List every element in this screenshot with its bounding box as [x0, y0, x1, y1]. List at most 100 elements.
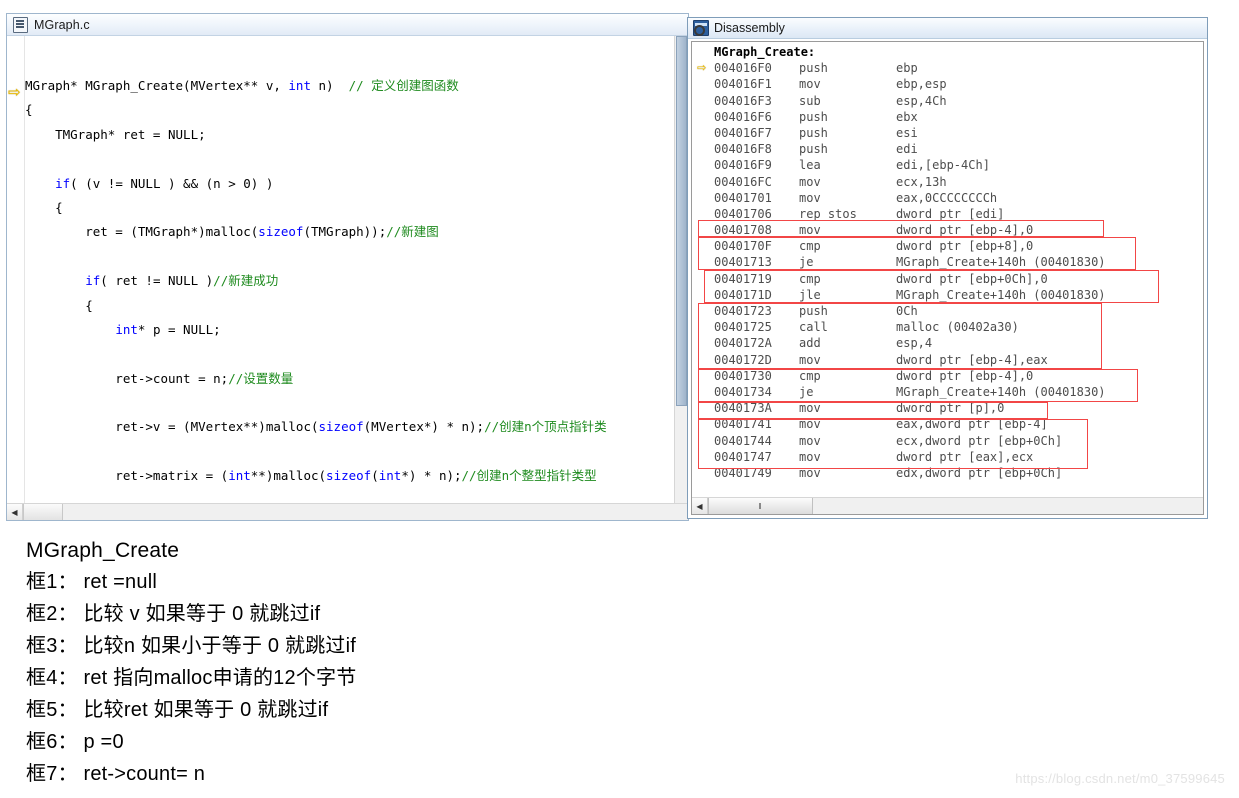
- disassembly-row[interactable]: 004016FC mov ecx,13h: [692, 174, 1203, 190]
- code-text: TMGraph* ret = NULL;: [25, 126, 206, 142]
- disassembly-marker-column: [692, 109, 714, 125]
- note-line: 框7： ret->count= n: [26, 763, 206, 785]
- scroll-left-arrow-icon[interactable]: ◀: [7, 504, 23, 520]
- instruction-address: 00401725: [714, 320, 772, 335]
- disassembly-row[interactable]: 004016F1 mov ebp,esp: [692, 76, 1203, 92]
- instruction-address: 00401741: [714, 417, 772, 432]
- code-line: TMGraph* ret = NULL;: [25, 123, 675, 147]
- disassembly-row[interactable]: 004016F3 sub esp,4Ch: [692, 93, 1203, 109]
- disassembly-marker-column: [692, 384, 714, 400]
- instruction-address: 0040172D: [714, 352, 772, 367]
- editor-code-area[interactable]: ⇨ MGraph* MGraph_Create(MVertex** v, int…: [7, 36, 688, 503]
- code-text: ( ret != NULL ): [100, 273, 214, 289]
- disassembly-window-icon: [693, 20, 709, 36]
- disassembly-row[interactable]: 00401701 mov eax,0CCCCCCCCh: [692, 190, 1203, 206]
- code-keyword: int: [228, 468, 251, 484]
- code-keyword: sizeof: [258, 224, 304, 240]
- disassembly-marker-column: [692, 76, 714, 92]
- instruction-operands: malloc (00402a30): [896, 320, 1019, 335]
- disassembly-row[interactable]: 00401744 mov ecx,dword ptr [ebp+0Ch]: [692, 433, 1203, 449]
- instruction-operands: edi,[ebp-4Ch]: [896, 158, 990, 173]
- disassembly-row[interactable]: 00401708 mov dword ptr [ebp-4],0: [692, 222, 1203, 238]
- editor-vertical-scrollbar[interactable]: [674, 36, 688, 503]
- code-text: (TMGraph));: [303, 224, 387, 240]
- disassembly-instruction-list[interactable]: MGraph_Create: ⇨ 004016F0 push ebp 004016F1 m…: [692, 42, 1203, 497]
- disassembly-row[interactable]: 00401713 je MGraph_Create+140h (00401830): [692, 254, 1203, 270]
- instruction-operands: edx,dword ptr [ebp+0Ch]: [896, 465, 1063, 480]
- instruction-address: 0040171D: [714, 287, 772, 302]
- disassembly-row[interactable]: 004016F6 push ebx: [692, 109, 1203, 125]
- disassembly-row[interactable]: 00401749 mov edx,dword ptr [ebp+0Ch]: [692, 465, 1203, 481]
- disassembly-row[interactable]: 00401719 cmp dword ptr [ebp+0Ch],0: [692, 271, 1203, 287]
- annotation-notes: MGraph_Create 框1： ret =null 框2： 比较 v 如果等于…: [26, 536, 926, 790]
- instruction-mnemonic: mov: [799, 77, 821, 92]
- disassembly-row[interactable]: 00401747 mov dword ptr [eax],ecx: [692, 449, 1203, 465]
- editor-vertical-scroll-thumb[interactable]: [676, 36, 687, 406]
- editor-title-bar[interactable]: MGraph.c: [7, 14, 688, 36]
- editor-title-label: MGraph.c: [34, 17, 90, 32]
- disassembly-horizontal-scrollbar[interactable]: ◀ ‖: [692, 497, 1203, 514]
- disassembly-marker-column: [692, 174, 714, 190]
- instruction-operands: dword ptr [ebp+8],0: [896, 239, 1034, 254]
- code-text: {: [25, 297, 93, 313]
- disassembly-row[interactable]: 004016F9 lea edi,[ebp-4Ch]: [692, 157, 1203, 173]
- disassembly-row[interactable]: 00401734 je MGraph_Create+140h (00401830): [692, 384, 1203, 400]
- disassembly-row[interactable]: 004016F7 push esi: [692, 125, 1203, 141]
- disassembly-row[interactable]: 0040172D mov dword ptr [ebp-4],eax: [692, 352, 1203, 368]
- editor-horizontal-scroll-track[interactable]: [63, 504, 688, 520]
- disassembly-row[interactable]: 00401723 push 0Ch: [692, 303, 1203, 319]
- disassembly-marker-column: [692, 157, 714, 173]
- instruction-operands: MGraph_Create+140h (00401830): [896, 255, 1106, 270]
- disassembly-marker-column: [692, 416, 714, 432]
- editor-gutter[interactable]: ⇨: [7, 36, 25, 503]
- instruction-mnemonic: push: [799, 125, 828, 140]
- instruction-operands: dword ptr [p],0: [896, 401, 1005, 416]
- editor-horizontal-scrollbar[interactable]: ◀: [7, 503, 688, 520]
- disassembly-title-bar[interactable]: Disassembly: [688, 18, 1207, 39]
- code-comment: //新建图: [386, 224, 439, 240]
- instruction-address: 00401749: [714, 465, 772, 480]
- instruction-address: 00401701: [714, 190, 772, 205]
- disassembly-row[interactable]: 0040173A mov dword ptr [p],0: [692, 400, 1203, 416]
- editor-horizontal-scroll-thumb[interactable]: [23, 504, 63, 520]
- disassembly-row[interactable]: 00401725 call malloc (00402a30): [692, 319, 1203, 335]
- note-line: 框4： ret 指向malloc申请的12个字节: [26, 667, 357, 689]
- instruction-address: 004016F6: [714, 109, 772, 124]
- disassembly-row[interactable]: 00401741 mov eax,dword ptr [ebp-4]: [692, 416, 1203, 432]
- code-text: (MVertex*) * n);: [363, 419, 485, 435]
- instruction-mnemonic: lea: [799, 158, 821, 173]
- editor-code-text[interactable]: MGraph* MGraph_Create(MVertex** v, int n…: [25, 36, 675, 503]
- disassembly-scroll-left-arrow-icon[interactable]: ◀: [692, 498, 708, 514]
- instruction-mnemonic: cmp: [799, 271, 821, 286]
- disassembly-row[interactable]: 0040171D jle MGraph_Create+140h (00401830): [692, 287, 1203, 303]
- code-text: ret->count = n;: [25, 370, 229, 386]
- disassembly-row[interactable]: 0040172A add esp,4: [692, 335, 1203, 351]
- disassembly-horizontal-scroll-track[interactable]: [813, 498, 1203, 514]
- disassembly-row[interactable]: 00401730 cmp dword ptr [ebp-4],0: [692, 368, 1203, 384]
- instruction-address: 004016F8: [714, 142, 772, 157]
- code-line: ret->v = (MVertex**)malloc(sizeof(MVerte…: [25, 415, 675, 439]
- disassembly-row[interactable]: 00401706 rep stos dword ptr [edi]: [692, 206, 1203, 222]
- code-line: {: [25, 294, 675, 318]
- instruction-operands: dword ptr [ebp+0Ch],0: [896, 271, 1048, 286]
- disassembly-marker-column: [692, 319, 714, 335]
- instruction-operands: MGraph_Create+140h (00401830): [896, 384, 1106, 399]
- disassembly-row[interactable]: 0040170F cmp dword ptr [ebp+8],0: [692, 238, 1203, 254]
- source-editor-window: MGraph.c ⇨ MGraph* MGraph_Create(MVertex…: [6, 13, 689, 521]
- code-text: n): [310, 78, 349, 93]
- disassembly-horizontal-scroll-thumb[interactable]: ‖: [708, 498, 813, 514]
- code-text: *) * n);: [401, 468, 462, 484]
- disassembly-list-wrapper[interactable]: MGraph_Create: ⇨ 004016F0 push ebp 004016F1 m…: [692, 42, 1203, 497]
- instruction-operands: ecx,13h: [896, 174, 947, 189]
- code-line: int* p = NULL;: [25, 318, 675, 342]
- disassembly-row[interactable]: ⇨ 004016F0 push ebp: [692, 59, 1203, 76]
- disassembly-marker-column: [692, 303, 714, 319]
- disassembly-marker-column: [692, 141, 714, 157]
- instruction-mnemonic: mov: [799, 352, 821, 367]
- code-comment: //设置数量: [228, 370, 294, 386]
- notes-title: MGraph_Create: [26, 539, 180, 562]
- disassembly-row[interactable]: 004016F8 push edi: [692, 141, 1203, 157]
